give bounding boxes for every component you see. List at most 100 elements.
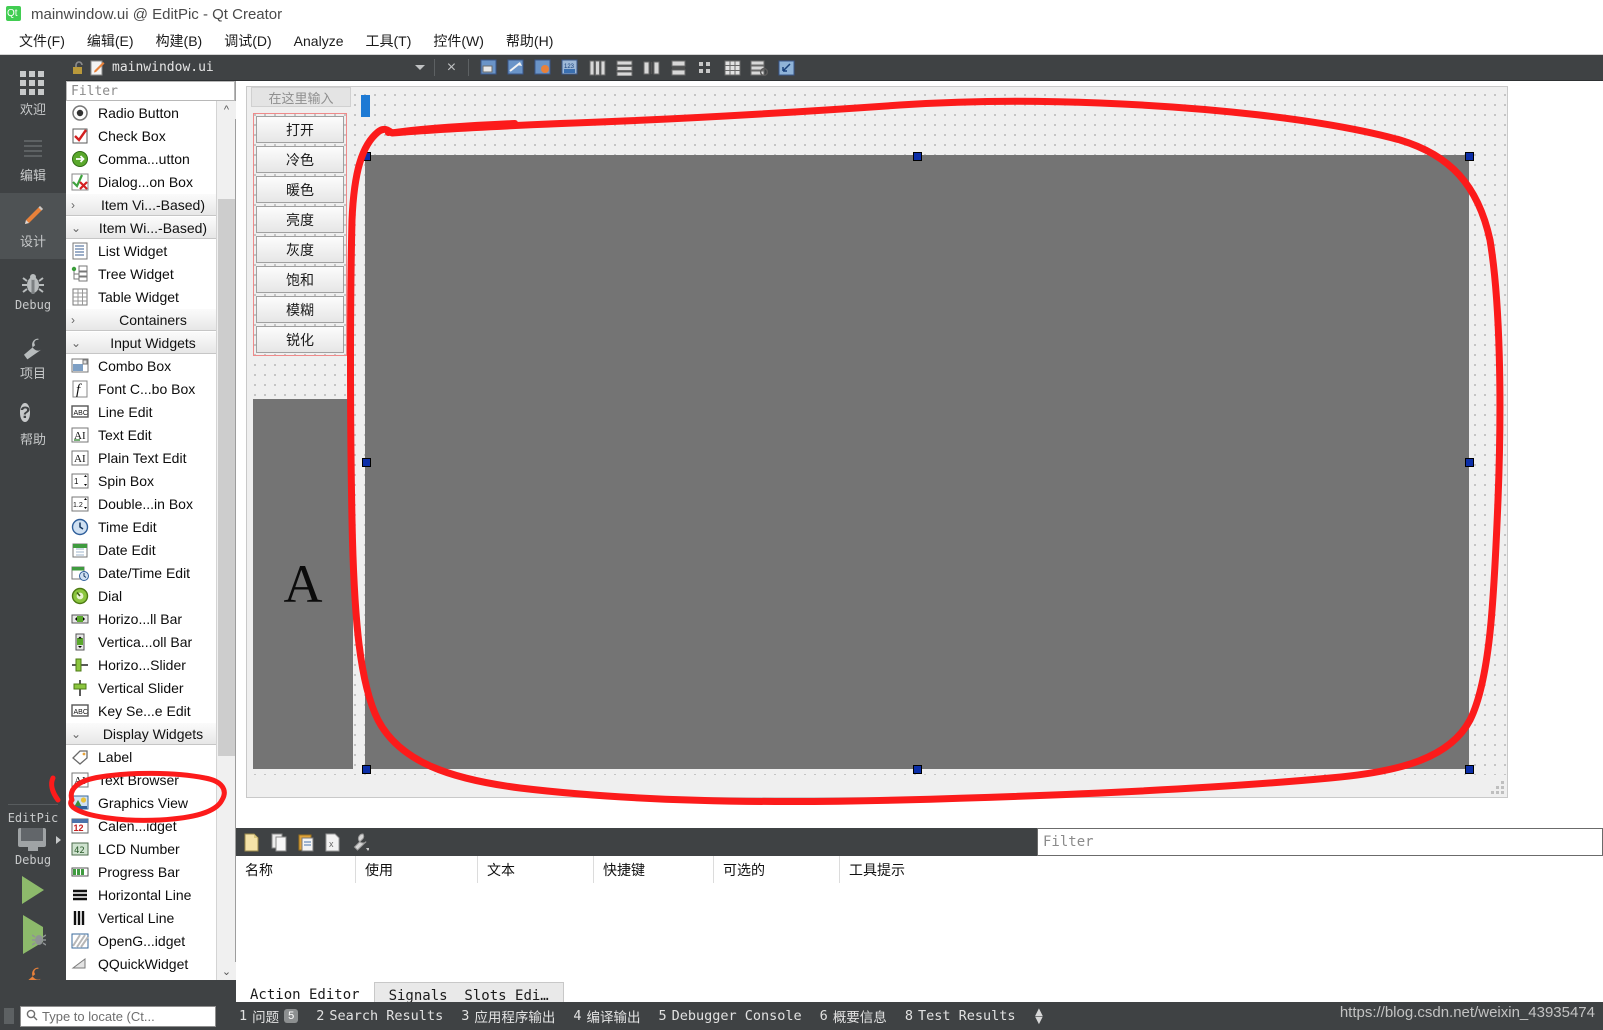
widget-item-plain-text-edit[interactable]: AI Plain Text Edit [66, 446, 235, 469]
edit-widgets-button[interactable] [478, 58, 500, 78]
adjust-size-button[interactable] [775, 58, 797, 78]
form-button-sharpen[interactable]: 锐化 [256, 326, 344, 353]
layout-splitter-vertical-button[interactable] [667, 58, 689, 78]
form-button-cool[interactable]: 冷色 [256, 146, 344, 173]
menu-edit[interactable]: 编辑(E) [76, 28, 145, 54]
output-pane-search-results[interactable]: 2 Search Results [307, 1008, 452, 1024]
column-header-used[interactable]: 使用 [356, 856, 478, 883]
resize-handle-bottom-left[interactable] [362, 765, 371, 774]
widget-category-containers[interactable]: › Containers [66, 308, 235, 331]
kit-selector-icon[interactable] [18, 828, 48, 852]
widget-item-text-edit[interactable]: AI Text Edit [66, 423, 235, 446]
menubar-placeholder[interactable]: 在这里输入 [251, 87, 351, 107]
output-pane-general-messages[interactable]: 6 概要信息 [811, 1006, 896, 1026]
widget-item-font-combo-box[interactable]: f Font C...bo Box [66, 377, 235, 400]
chevron-down-icon[interactable]: ⌄ [217, 962, 236, 980]
form-button-warm[interactable]: 暖色 [256, 176, 344, 203]
resize-handle-top-left[interactable] [362, 152, 371, 161]
widget-item-combo-box[interactable]: Combo Box [66, 354, 235, 377]
mode-item-design[interactable]: 设计 [0, 193, 66, 259]
widget-item-line-edit[interactable]: ABC Line Edit [66, 400, 235, 423]
widget-box-scrollbar[interactable]: ^ ⌄ [216, 101, 236, 980]
chevron-up-icon[interactable]: ^ [217, 101, 236, 119]
form-window[interactable]: 在这里输入 打开 冷色 暖色 亮度 灰度 饱和 模糊 锐化 A [246, 86, 1508, 798]
widget-item-command-link-button[interactable]: Comma...utton [66, 147, 235, 170]
mode-item-edit[interactable]: 编辑 [0, 127, 66, 193]
widget-item-text-browser[interactable]: AI Text Browser [66, 768, 235, 791]
run-button[interactable] [0, 867, 66, 913]
edit-tab-order-button[interactable]: 123 [559, 58, 581, 78]
preview-label[interactable]: A [253, 399, 353, 769]
form-canvas[interactable]: 在这里输入 打开 冷色 暖色 亮度 灰度 饱和 模糊 锐化 A [236, 81, 1603, 823]
output-pane-compile-output[interactable]: 4 编译输出 [564, 1006, 649, 1026]
edit-signals-slots-button[interactable] [505, 58, 527, 78]
mode-item-help[interactable]: ? 帮助 [0, 391, 66, 457]
scrollbar-thumb[interactable] [218, 199, 235, 756]
widget-item-date-edit[interactable]: Date Edit [66, 538, 235, 561]
widget-category-item-widgets[interactable]: ⌄ Item Wi...-Based) [66, 216, 235, 239]
form-button-grayscale[interactable]: 灰度 [256, 236, 344, 263]
resize-handle-bottom-right[interactable] [1465, 765, 1474, 774]
layout-form-button[interactable] [694, 58, 716, 78]
widget-item-check-box[interactable]: Check Box [66, 124, 235, 147]
unlocked-icon[interactable] [72, 61, 85, 74]
output-pane-issues[interactable]: 1 问题 5 [230, 1006, 307, 1026]
widget-item-table-widget[interactable]: Table Widget [66, 285, 235, 308]
widget-item-tree-widget[interactable]: Tree Widget [66, 262, 235, 285]
edit-buddies-button[interactable] [532, 58, 554, 78]
widget-box-filter-input[interactable]: Filter [66, 81, 235, 101]
graphics-view-widget[interactable] [365, 155, 1469, 769]
widget-item-graphics-view[interactable]: Graphics View [66, 791, 235, 814]
widget-item-horizontal-line[interactable]: Horizontal Line [66, 883, 235, 906]
widget-category-item-views[interactable]: › Item Vi...-Based) [66, 193, 235, 216]
widget-item-calendar-widget[interactable]: 12 Calen...idget [66, 814, 235, 837]
new-file-icon[interactable] [244, 833, 262, 852]
resize-handle-top-right[interactable] [1465, 152, 1474, 161]
widget-item-vertical-slider[interactable]: Vertical Slider [66, 676, 235, 699]
widget-item-horizontal-slider[interactable]: Horizo...Slider [66, 653, 235, 676]
widget-item-dial[interactable]: Dial [66, 584, 235, 607]
button-layout-column[interactable]: 打开 冷色 暖色 亮度 灰度 饱和 模糊 锐化 [253, 113, 347, 356]
chevron-down-icon[interactable] [414, 65, 425, 70]
layout-grid-button[interactable] [721, 58, 743, 78]
column-header-shortcut[interactable]: 快捷键 [594, 856, 714, 883]
widget-item-horizontal-scroll-bar[interactable]: Horizo...ll Bar [66, 607, 235, 630]
form-button-brightness[interactable]: 亮度 [256, 206, 344, 233]
widget-category-display-widgets[interactable]: ⌄ Display Widgets [66, 722, 235, 745]
start-debugging-button[interactable] [0, 913, 66, 955]
column-header-text[interactable]: 文本 [478, 856, 594, 883]
up-down-arrows-icon[interactable]: ▲ ▼ [1033, 1005, 1046, 1026]
widget-item-time-edit[interactable]: Time Edit [66, 515, 235, 538]
widget-item-radio-button[interactable]: Radio Button [66, 101, 235, 124]
menu-file[interactable]: 文件(F) [8, 28, 76, 54]
output-pane-debugger-console[interactable]: 5 Debugger Console [649, 1008, 810, 1024]
mode-item-projects[interactable]: 项目 [0, 325, 66, 391]
layout-splitter-horizontal-button[interactable] [640, 58, 662, 78]
menu-build[interactable]: 构建(B) [145, 28, 214, 54]
form-button-saturation[interactable]: 饱和 [256, 266, 344, 293]
widget-item-label[interactable]: Label [66, 745, 235, 768]
widget-item-qquick-widget[interactable]: QQuickWidget [66, 952, 235, 975]
column-header-tooltip[interactable]: 工具提示 [840, 856, 1040, 883]
menu-analyze[interactable]: Analyze [283, 30, 355, 52]
resize-handle-bottom-center[interactable] [913, 765, 922, 774]
layout-vertically-button[interactable] [613, 58, 635, 78]
close-icon[interactable]: × [444, 59, 459, 76]
column-header-checkable[interactable]: 可选的 [714, 856, 840, 883]
project-name[interactable]: EditPic [0, 811, 66, 825]
menu-help[interactable]: 帮助(H) [495, 28, 564, 54]
widget-item-vertical-scroll-bar[interactable]: Vertica...oll Bar [66, 630, 235, 653]
layout-horizontally-button[interactable] [586, 58, 608, 78]
widget-item-double-spin-box[interactable]: 1.2 Double...in Box [66, 492, 235, 515]
widget-category-input-widgets[interactable]: ⌄ Input Widgets [66, 331, 235, 354]
menu-debug[interactable]: 调试(D) [213, 28, 282, 54]
drag-handle[interactable] [4, 1008, 14, 1024]
size-grip-icon[interactable] [1491, 781, 1504, 794]
output-pane-test-results[interactable]: 8 Test Results [896, 1008, 1025, 1024]
output-pane-application-output[interactable]: 3 应用程序输出 [452, 1006, 564, 1026]
widget-item-spin-box[interactable]: 1 Spin Box [66, 469, 235, 492]
menu-tools[interactable]: 工具(T) [354, 28, 422, 54]
search-input[interactable]: Type to locate (Ct... [20, 1005, 216, 1027]
paste-icon[interactable] [298, 833, 316, 852]
widget-item-progress-bar[interactable]: Progress Bar [66, 860, 235, 883]
